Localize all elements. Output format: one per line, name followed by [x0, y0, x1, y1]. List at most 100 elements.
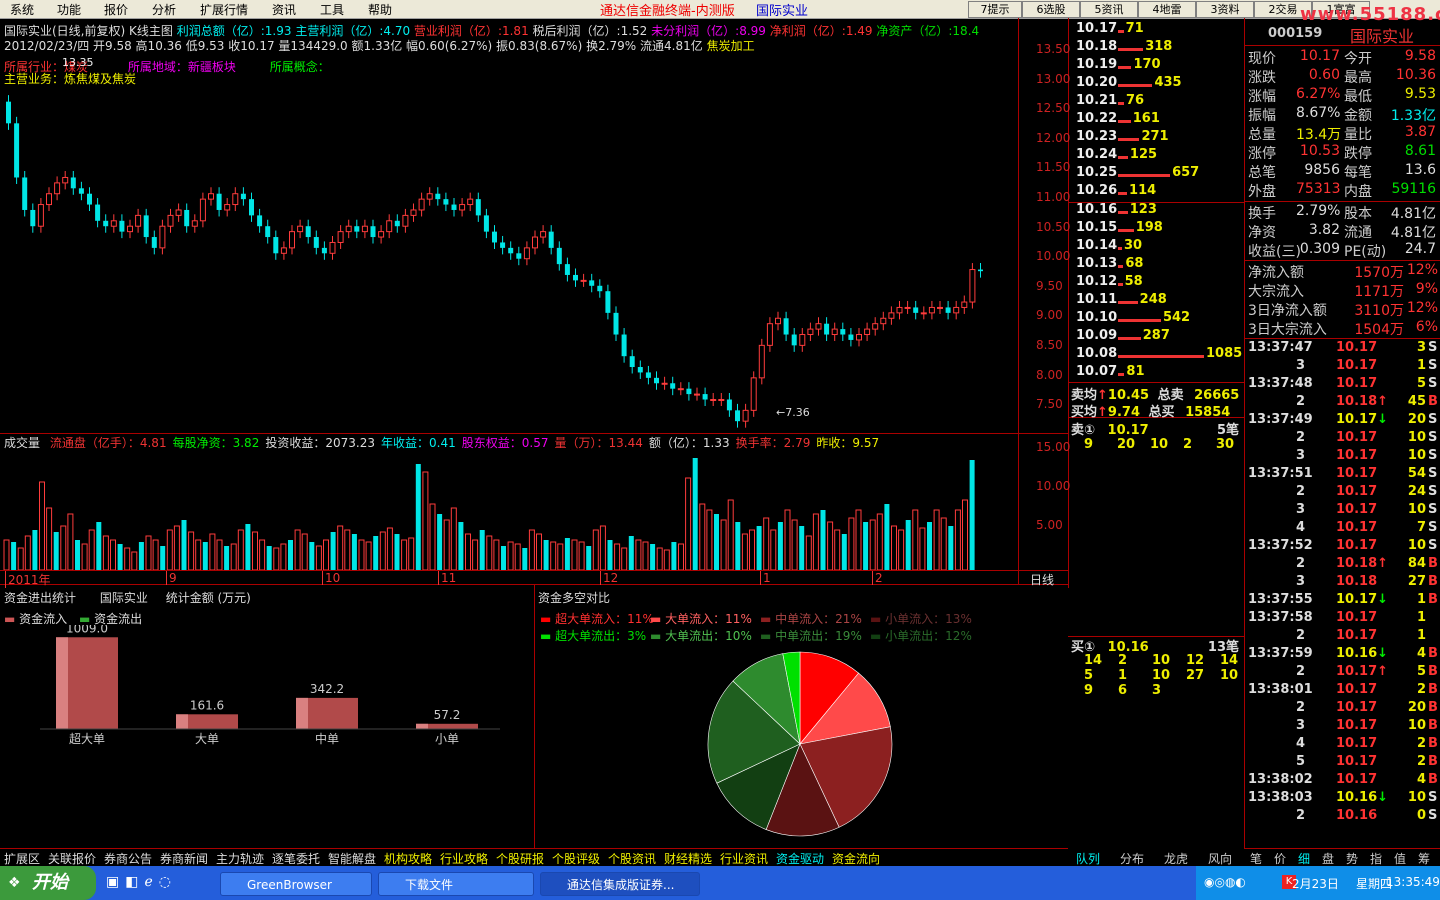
right-tab[interactable]: 筹 — [1418, 850, 1430, 867]
right-tab[interactable]: 价 — [1274, 850, 1286, 867]
right-tab[interactable]: 细 — [1298, 850, 1310, 867]
volume-bar — [394, 534, 400, 570]
volume-chart[interactable] — [0, 448, 1018, 570]
menu-system[interactable]: 系统 — [10, 1, 34, 18]
volume-bar — [557, 543, 564, 570]
volume-bar — [685, 477, 692, 570]
tick-side: B — [1428, 394, 1438, 409]
right-tab[interactable]: 笔 — [1250, 850, 1262, 867]
bottom-tab[interactable]: 逐笔委托 — [272, 850, 320, 867]
bottom-tab[interactable]: 个股资讯 — [608, 850, 656, 867]
volume-bar — [940, 517, 947, 570]
tick-time: 2 — [1296, 430, 1306, 445]
bottom-tab[interactable]: 智能解盘 — [328, 850, 376, 867]
candle-body — [199, 198, 206, 222]
tick-time: 13:37:59 — [1248, 646, 1313, 661]
taskbar-greenbrowser[interactable]: GreenBrowser — [220, 872, 372, 896]
tick-price: 10.17 — [1336, 682, 1378, 697]
toolbar-tips-button[interactable]: 7提示 — [968, 1, 1022, 18]
taskbar-downloads[interactable]: 下载文件 — [378, 872, 534, 896]
tick-side: B — [1428, 574, 1438, 589]
menu-analysis[interactable]: 分析 — [152, 1, 176, 18]
bottom-tab[interactable]: 个股研报 — [496, 850, 544, 867]
volume-bar — [365, 541, 372, 570]
tick-price: 10.17 — [1336, 520, 1378, 535]
bottom-tab[interactable]: 券商新闻 — [160, 850, 208, 867]
orderbook-tab[interactable]: 风向 — [1208, 850, 1232, 867]
buy1-order: 14 — [1220, 653, 1239, 668]
orderbook-tab[interactable]: 队列 — [1076, 850, 1100, 867]
tick-price: 10.17 — [1336, 358, 1378, 373]
taskbar-tdx[interactable]: 通达信集成版证券... — [540, 872, 700, 896]
volume-bar — [969, 460, 975, 570]
right-tab[interactable]: 值 — [1394, 850, 1406, 867]
menu-help[interactable]: 帮助 — [368, 1, 392, 18]
menu-extended[interactable]: 扩展行情 — [200, 1, 248, 18]
quote-label: 涨停 — [1248, 146, 1276, 162]
toolbar-news-button[interactable]: 5资讯 — [1080, 1, 1138, 18]
volume-bar — [486, 535, 493, 570]
orderbook-tab[interactable]: 龙虎 — [1164, 850, 1188, 867]
bid-volume-bar — [1118, 355, 1204, 358]
volume-bar — [81, 543, 88, 570]
volume-bar — [891, 525, 897, 570]
volume-bar — [550, 541, 557, 570]
toolbar-profile-button[interactable]: 3资料 — [1196, 1, 1254, 18]
tick-price: 10.17 — [1336, 610, 1378, 625]
toolbar-mines-button[interactable]: 4地雷 — [1138, 1, 1196, 18]
candle-body — [775, 317, 781, 325]
tick-time: 2 — [1296, 664, 1306, 679]
candle-body — [621, 334, 627, 357]
candle-body — [265, 226, 271, 238]
volume-bar — [379, 531, 386, 570]
candle-body — [451, 204, 457, 210]
volume-bar — [301, 533, 308, 570]
menu-info[interactable]: 资讯 — [272, 1, 296, 18]
candle-body — [766, 323, 773, 346]
candle-body — [135, 214, 142, 227]
candle-body — [710, 399, 717, 402]
buy1-order: 6 — [1118, 683, 1128, 698]
menu-tools[interactable]: 工具 — [320, 1, 344, 18]
bottom-tab[interactable]: 主力轨迹 — [216, 850, 264, 867]
volume-bar — [692, 458, 698, 570]
toolbar-screener-button[interactable]: 6选股 — [1022, 1, 1080, 18]
quick-launch-icons[interactable]: ▣◧ℯ◌ — [106, 874, 177, 890]
flow-percent: 12% — [1406, 300, 1438, 316]
bottom-tab[interactable]: 机构攻略 — [384, 850, 432, 867]
bottom-tab[interactable]: 资金驱动 — [776, 850, 824, 867]
bid-volume: 248 — [1139, 292, 1167, 307]
volume-bar — [656, 547, 663, 570]
tick-time: 13:37:51 — [1248, 466, 1313, 481]
orderbook-tab[interactable]: 分布 — [1120, 850, 1144, 867]
bottom-tab[interactable]: 行业资讯 — [720, 850, 768, 867]
bottom-tab[interactable]: 券商公告 — [104, 850, 152, 867]
buy1-order: 2 — [1118, 653, 1128, 668]
volume-bar — [834, 529, 841, 570]
right-tab[interactable]: 指 — [1370, 850, 1382, 867]
tray-icons[interactable]: ◉◎◍◐ — [1204, 875, 1246, 889]
flow-label: 3日大宗流入 — [1248, 322, 1327, 338]
bottom-tab[interactable]: 资金流向 — [832, 850, 880, 867]
kline-chart[interactable] — [0, 80, 1018, 432]
tick-time: 13:37:49 — [1248, 412, 1313, 427]
price-tick: 7.50 — [1036, 397, 1063, 412]
quote-value: 13.4万 — [1296, 127, 1342, 143]
candle-body — [402, 214, 409, 227]
menu-function[interactable]: 功能 — [57, 1, 81, 18]
right-tab[interactable]: 盘 — [1322, 850, 1334, 867]
candle-body — [718, 399, 725, 402]
quote-value: 1.33亿 — [1390, 108, 1436, 124]
tick-time: 13:37:55 — [1248, 592, 1313, 607]
right-tab[interactable]: 势 — [1346, 850, 1358, 867]
period-label[interactable]: 日线 — [1030, 571, 1054, 588]
bottom-tab[interactable]: 扩展区 — [4, 850, 40, 867]
bottom-tab[interactable]: 关联报价 — [48, 850, 96, 867]
candle-body — [289, 231, 295, 249]
volume-bar — [173, 525, 180, 570]
bottom-tab[interactable]: 个股评级 — [552, 850, 600, 867]
bottom-tab[interactable]: 行业攻略 — [440, 850, 488, 867]
volume-bar — [323, 539, 329, 570]
menu-quote[interactable]: 报价 — [104, 1, 128, 18]
bottom-tab[interactable]: 财经精选 — [664, 850, 712, 867]
